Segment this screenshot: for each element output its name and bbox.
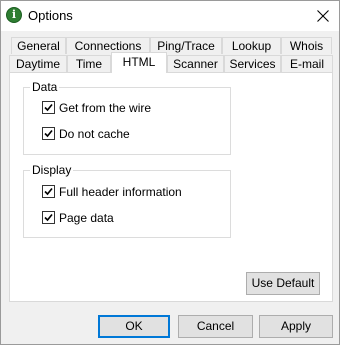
checkmark-icon: [44, 103, 53, 112]
checkbox-label: Get from the wire: [59, 101, 152, 115]
close-icon: [317, 10, 329, 22]
do-not-cache-checkbox[interactable]: Do not cache: [42, 127, 202, 141]
checkbox-box: [42, 211, 55, 224]
page-data-checkbox[interactable]: Page data: [42, 211, 222, 225]
tab-general[interactable]: General: [11, 37, 66, 54]
checkbox-box: [42, 101, 55, 114]
tab-daytime[interactable]: Daytime: [9, 55, 67, 72]
data-group-label: Data: [30, 80, 60, 94]
apply-button[interactable]: Apply: [259, 315, 333, 338]
checkmark-icon: [44, 213, 53, 222]
full-header-checkbox[interactable]: Full header information: [42, 185, 222, 199]
data-group: Data Get from the wire Do not cache: [23, 80, 231, 155]
close-button[interactable]: [307, 1, 339, 31]
tab-html[interactable]: HTML: [111, 52, 167, 73]
checkbox-label: Do not cache: [59, 127, 130, 141]
checkbox-box: [42, 185, 55, 198]
html-tab-panel: Data Get from the wire Do not cache Disp…: [9, 72, 333, 302]
get-from-wire-checkbox[interactable]: Get from the wire: [42, 101, 202, 115]
info-icon: i: [6, 7, 22, 23]
display-group-label: Display: [30, 163, 74, 177]
checkbox-label: Page data: [59, 211, 114, 225]
tab-lookup[interactable]: Lookup: [222, 37, 281, 54]
display-group: Display Full header information Page dat…: [23, 163, 231, 238]
tab-services[interactable]: Services: [224, 55, 281, 72]
window-title: Options: [28, 8, 73, 23]
tab-scanner[interactable]: Scanner: [167, 55, 224, 72]
options-dialog: i Options General Connections Ping/Trace…: [0, 0, 340, 345]
checkmark-icon: [44, 187, 53, 196]
tab-time[interactable]: Time: [67, 55, 111, 72]
cancel-button[interactable]: Cancel: [178, 315, 253, 338]
tab-email[interactable]: E-mail: [281, 55, 333, 72]
ok-button[interactable]: OK: [98, 315, 170, 338]
checkmark-icon: [44, 129, 53, 138]
use-default-button[interactable]: Use Default: [246, 272, 320, 295]
checkbox-label: Full header information: [59, 185, 182, 199]
checkbox-box: [42, 127, 55, 140]
tab-whois[interactable]: Whois: [281, 37, 332, 54]
title-bar: i Options: [1, 1, 339, 31]
